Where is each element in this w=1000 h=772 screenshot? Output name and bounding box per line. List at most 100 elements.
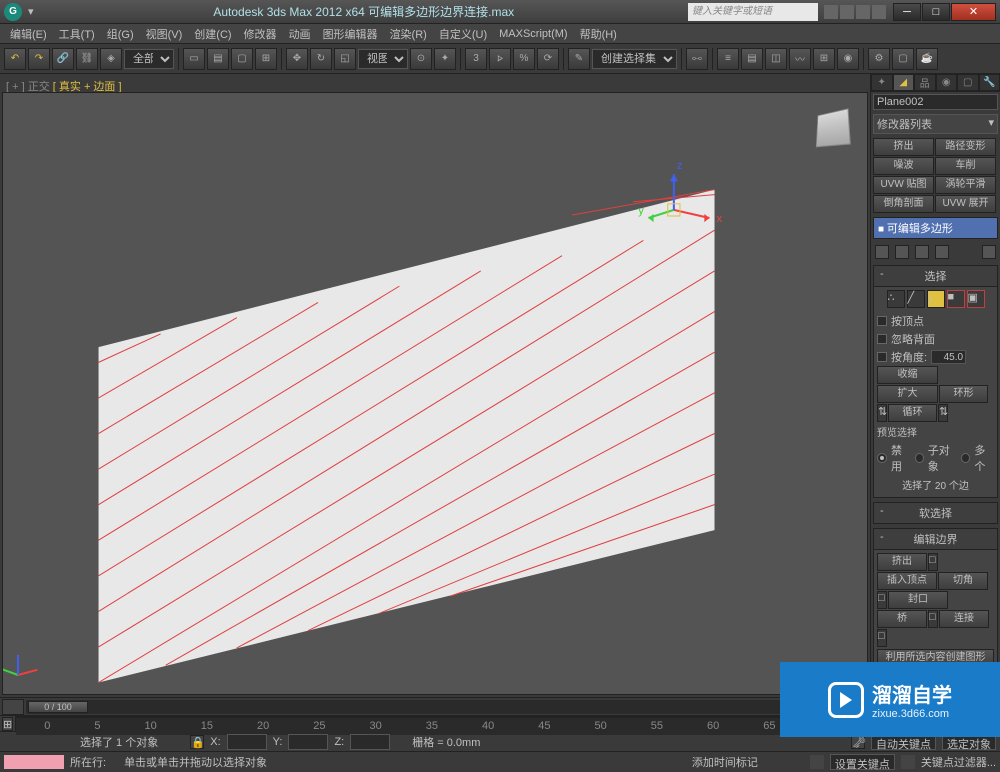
maximize-button[interactable]: □ bbox=[922, 3, 950, 21]
menu-graph[interactable]: 图形编辑器 bbox=[317, 24, 384, 44]
by-vertex-checkbox[interactable] bbox=[877, 316, 887, 326]
btn-lathe[interactable]: 车削 bbox=[935, 157, 996, 175]
selection-filter-dropdown[interactable]: 全部 bbox=[124, 49, 174, 69]
material-editor-button[interactable]: ◉ bbox=[837, 48, 859, 70]
scale-button[interactable]: ◱ bbox=[334, 48, 356, 70]
loop-button[interactable]: 循环 bbox=[888, 404, 937, 422]
btn-uvwunwrap[interactable]: UVW 展开 bbox=[935, 195, 996, 213]
edge-subobj-icon[interactable]: ╱ bbox=[907, 290, 925, 308]
extrude-btn[interactable]: 挤出 bbox=[877, 553, 927, 571]
render-setup-button[interactable]: ⚙ bbox=[868, 48, 890, 70]
pivot-button[interactable]: ⊙ bbox=[410, 48, 432, 70]
signin-icon[interactable] bbox=[840, 5, 854, 19]
multi-radio[interactable] bbox=[961, 453, 970, 463]
menu-edit[interactable]: 编辑(E) bbox=[4, 24, 53, 44]
viewport[interactable]: x y z bbox=[2, 92, 868, 695]
rotate-button[interactable]: ↻ bbox=[310, 48, 332, 70]
help-search-input[interactable]: 键入关键字或短语 bbox=[688, 3, 818, 21]
vertex-subobj-icon[interactable]: ∴ bbox=[887, 290, 905, 308]
undo-button[interactable]: ↶ bbox=[4, 48, 26, 70]
menu-customize[interactable]: 自定义(U) bbox=[433, 24, 493, 44]
x-coord[interactable] bbox=[227, 734, 267, 750]
modifier-list-dropdown[interactable]: 修改器列表▾ bbox=[873, 114, 998, 134]
menu-views[interactable]: 视图(V) bbox=[140, 24, 189, 44]
angle-spinner[interactable] bbox=[931, 350, 966, 364]
btn-turbosmooth[interactable]: 涡轮平滑 bbox=[935, 176, 996, 194]
render-button[interactable]: ☕ bbox=[916, 48, 938, 70]
object-name-field[interactable]: Plane002 bbox=[873, 94, 998, 110]
display-tab[interactable]: ▢ bbox=[957, 74, 979, 91]
lock-icon[interactable]: 🔒 bbox=[190, 735, 204, 749]
align-button[interactable]: ≡ bbox=[717, 48, 739, 70]
menu-animation[interactable]: 动画 bbox=[283, 24, 317, 44]
create-tab[interactable]: ✦ bbox=[871, 74, 893, 91]
z-coord[interactable] bbox=[350, 734, 390, 750]
subobj-radio[interactable] bbox=[915, 453, 924, 463]
keyfilter-icon[interactable] bbox=[901, 755, 915, 769]
btn-bevelprofile[interactable]: 倒角剖面 bbox=[873, 195, 934, 213]
favorite-icon[interactable] bbox=[824, 5, 838, 19]
graphite-button[interactable]: ◫ bbox=[765, 48, 787, 70]
element-subobj-icon[interactable]: ▣ bbox=[967, 290, 985, 308]
trackbar-icon[interactable]: ⊞ bbox=[2, 717, 13, 731]
menu-group[interactable]: 组(G) bbox=[101, 24, 140, 44]
link-button[interactable]: 🔗 bbox=[52, 48, 74, 70]
select-name-button[interactable]: ▤ bbox=[207, 48, 229, 70]
bridge-btn[interactable]: 桥 bbox=[877, 610, 927, 628]
named-selset-dropdown[interactable]: 创建选择集 bbox=[592, 49, 677, 69]
menu-tools[interactable]: 工具(T) bbox=[53, 24, 101, 44]
utilities-tab[interactable]: 🔧 bbox=[979, 74, 1000, 91]
btn-pathdeform[interactable]: 路径变形 bbox=[935, 138, 996, 156]
poly-subobj-icon[interactable]: ■ bbox=[947, 290, 965, 308]
btn-uvwmap[interactable]: UVW 贴图 bbox=[873, 176, 934, 194]
angle-snap-button[interactable]: ⦠ bbox=[489, 48, 511, 70]
cap-btn[interactable]: 封口 bbox=[888, 591, 948, 609]
shrink-button[interactable]: 收缩 bbox=[877, 366, 938, 384]
y-coord[interactable] bbox=[288, 734, 328, 750]
grow-button[interactable]: 扩大 bbox=[877, 385, 938, 403]
unlink-button[interactable]: ⛓ bbox=[76, 48, 98, 70]
hierarchy-tab[interactable]: 品 bbox=[914, 74, 936, 91]
remove-mod-icon[interactable] bbox=[935, 245, 949, 259]
ignore-back-checkbox[interactable] bbox=[877, 334, 887, 344]
select-button[interactable]: ▭ bbox=[183, 48, 205, 70]
spinner-snap-button[interactable]: ⟳ bbox=[537, 48, 559, 70]
time-slider-thumb[interactable]: 0 / 100 bbox=[28, 701, 88, 713]
bind-button[interactable]: ◈ bbox=[100, 48, 122, 70]
redo-button[interactable]: ↷ bbox=[28, 48, 50, 70]
render-frame-button[interactable]: ▢ bbox=[892, 48, 914, 70]
border-subobj-icon[interactable]: 〉 bbox=[927, 290, 945, 308]
btn-noise[interactable]: 噪波 bbox=[873, 157, 934, 175]
select-rect-button[interactable]: ▢ bbox=[231, 48, 253, 70]
layer-swatch[interactable] bbox=[4, 755, 64, 769]
rollout-editborder-header[interactable]: 编辑边界 bbox=[873, 528, 998, 550]
schematic-button[interactable]: ⊞ bbox=[813, 48, 835, 70]
move-button[interactable]: ✥ bbox=[286, 48, 308, 70]
window-crossing-button[interactable]: ⊞ bbox=[255, 48, 277, 70]
menu-render[interactable]: 渲染(R) bbox=[384, 24, 433, 44]
snap-button[interactable]: 3 bbox=[465, 48, 487, 70]
rollout-soft-header[interactable]: 软选择 bbox=[873, 502, 998, 524]
app-icon[interactable]: G bbox=[4, 3, 22, 21]
exchange-icon[interactable] bbox=[856, 5, 870, 19]
edit-selset-button[interactable]: ✎ bbox=[568, 48, 590, 70]
modify-tab[interactable]: ◢ bbox=[893, 74, 915, 91]
modifier-stack[interactable]: ■ 可编辑多边形 bbox=[873, 217, 998, 239]
by-angle-checkbox[interactable] bbox=[877, 352, 887, 362]
help-icon[interactable] bbox=[872, 5, 886, 19]
setkey-icon[interactable] bbox=[810, 755, 824, 769]
timeline-left-icon[interactable] bbox=[2, 699, 24, 715]
minimize-button[interactable]: ─ bbox=[893, 3, 921, 21]
keyfilter-button[interactable]: 关键点过滤器... bbox=[921, 754, 996, 770]
add-time-tag[interactable]: 添加时间标记 bbox=[692, 754, 758, 770]
mirror-button[interactable]: ⧟ bbox=[686, 48, 708, 70]
motion-tab[interactable]: ◉ bbox=[936, 74, 958, 91]
show-end-icon[interactable] bbox=[895, 245, 909, 259]
setkey-button[interactable]: 设置关键点 bbox=[830, 754, 895, 770]
stack-editable-poly[interactable]: ■ 可编辑多边形 bbox=[874, 218, 997, 238]
btn-extrude[interactable]: 挤出 bbox=[873, 138, 934, 156]
insert-vert-btn[interactable]: 插入顶点 bbox=[877, 572, 937, 590]
ring-button[interactable]: 环形 bbox=[939, 385, 988, 403]
curve-editor-button[interactable]: 〰 bbox=[789, 48, 811, 70]
layers-button[interactable]: ▤ bbox=[741, 48, 763, 70]
